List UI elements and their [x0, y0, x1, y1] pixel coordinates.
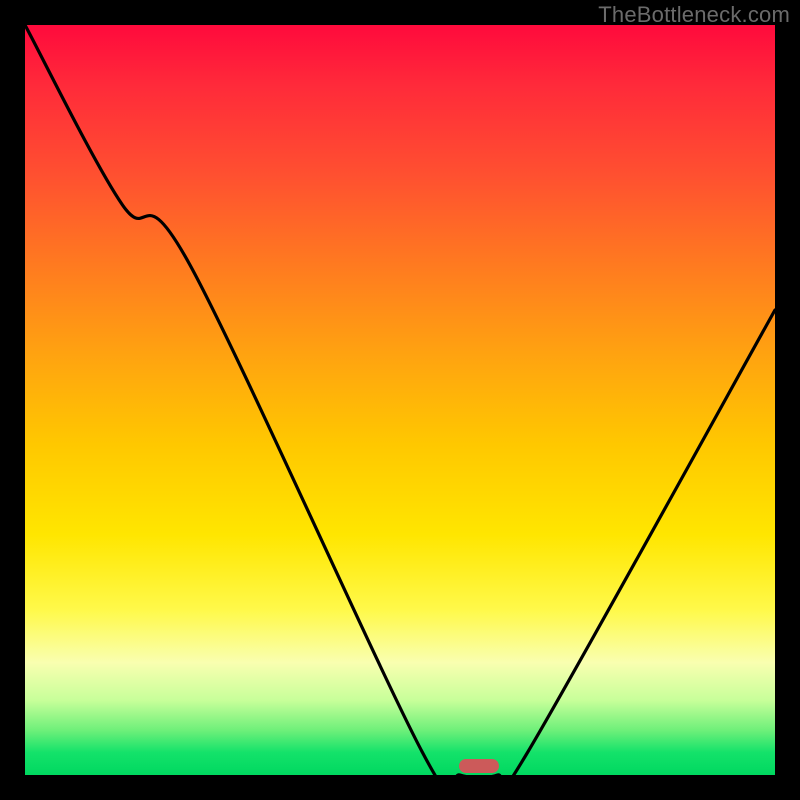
plot-area — [25, 25, 775, 775]
bottleneck-curve — [25, 25, 775, 775]
optimal-point-marker — [459, 759, 499, 773]
curve-path — [25, 25, 775, 775]
chart-frame: TheBottleneck.com — [0, 0, 800, 800]
